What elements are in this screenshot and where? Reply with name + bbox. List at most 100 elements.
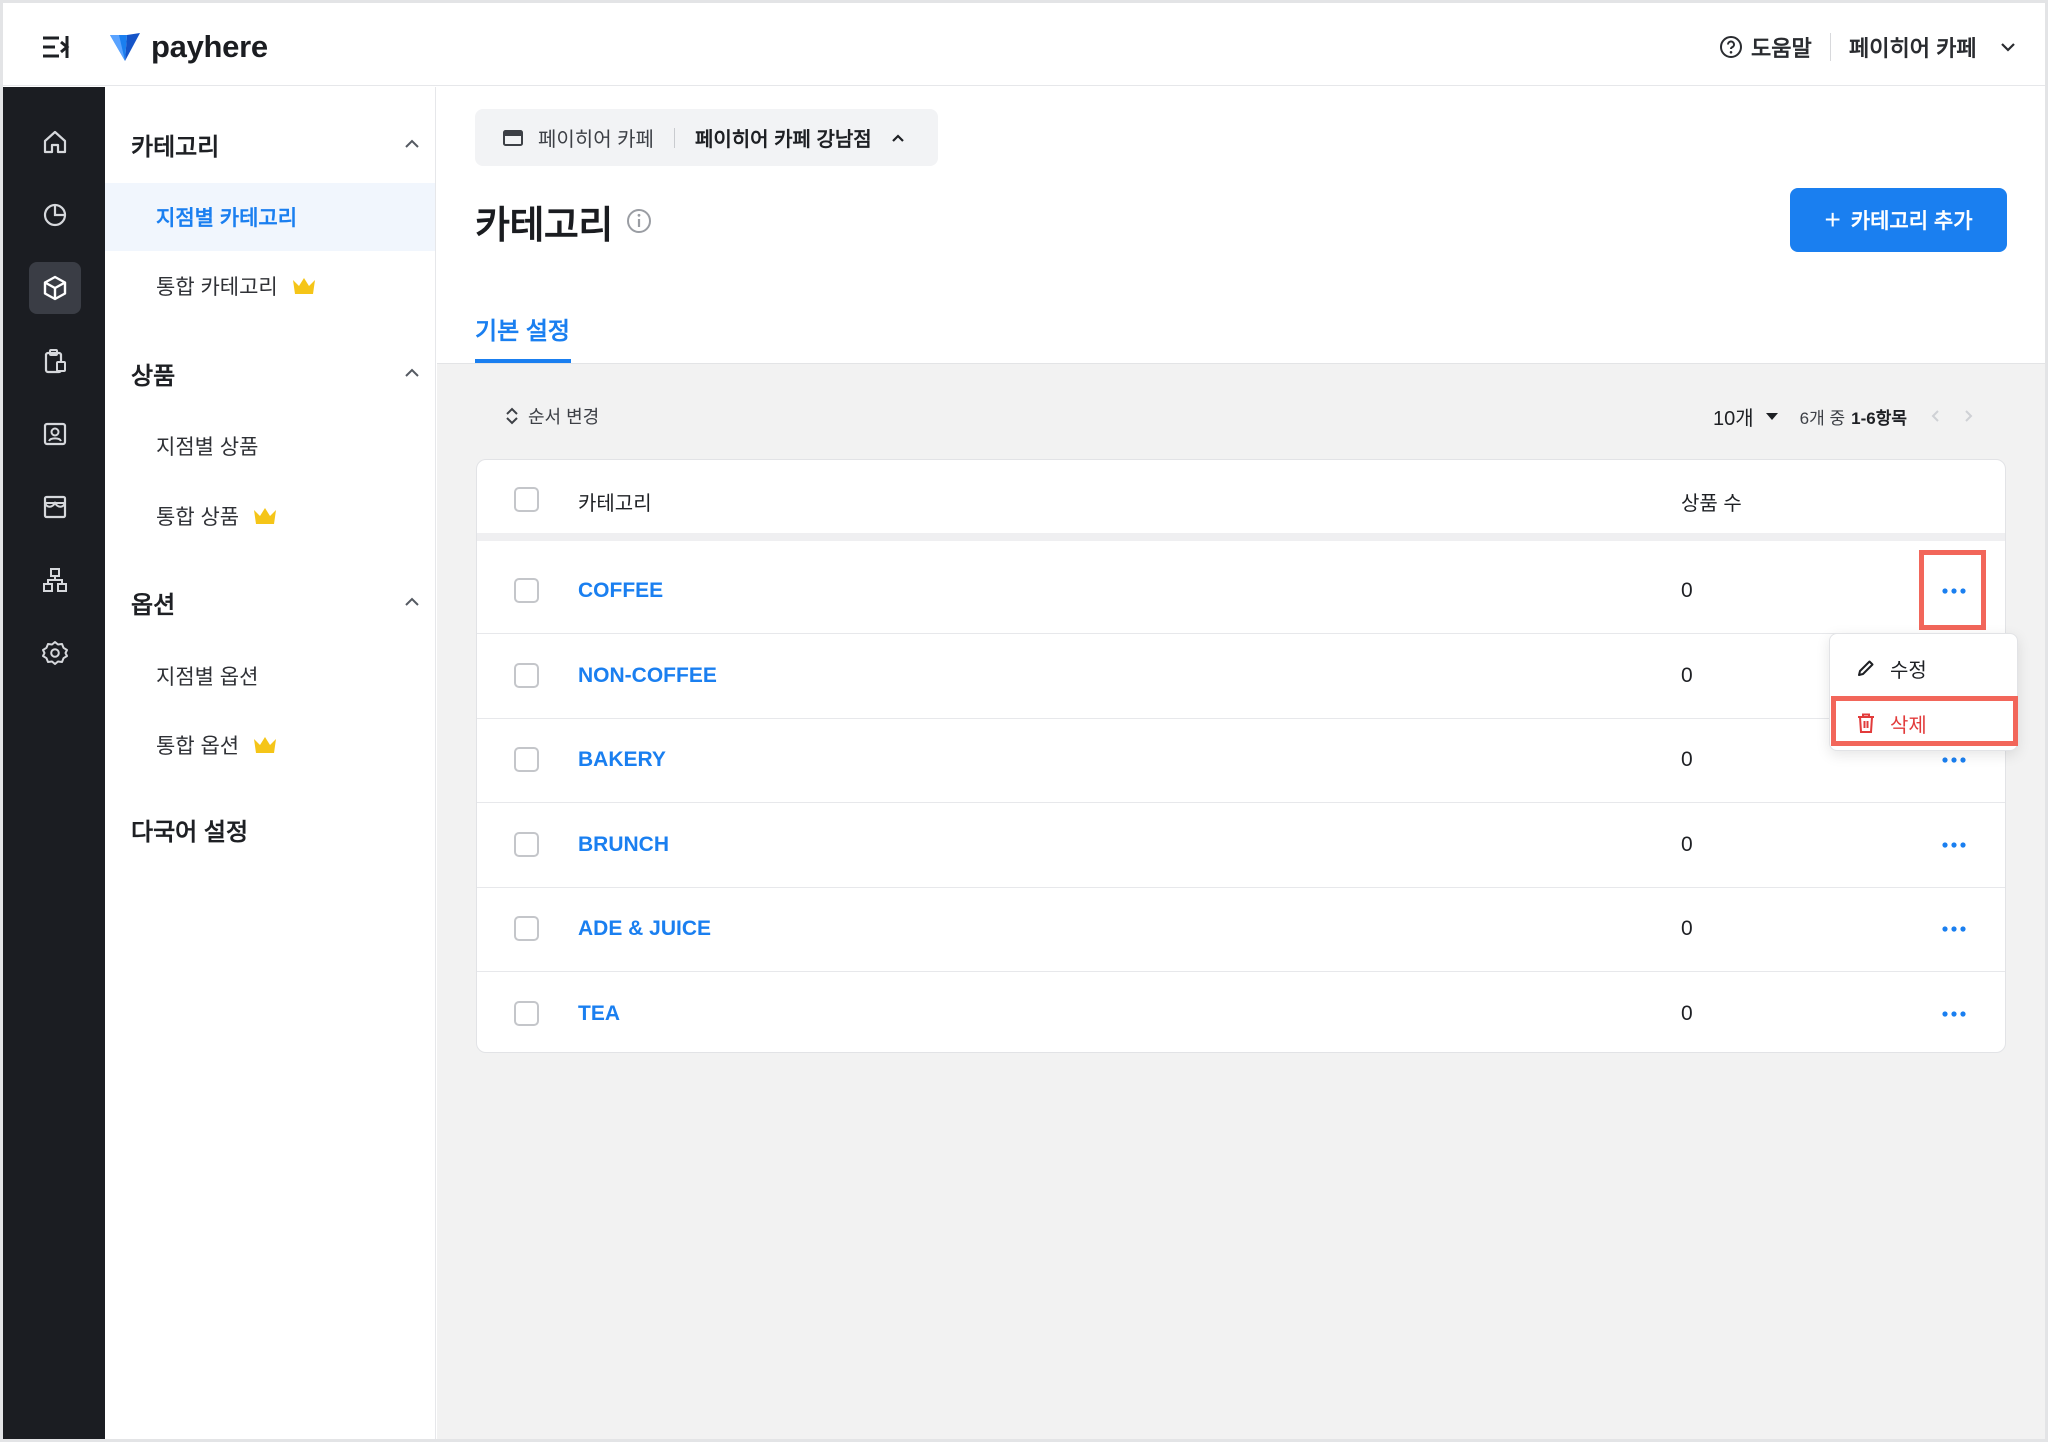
org-chart-icon[interactable]: [29, 554, 81, 606]
category-name-link[interactable]: BAKERY: [578, 718, 666, 802]
sidebar-item-language-settings[interactable]: 다국어 설정: [131, 809, 421, 849]
more-options-icon[interactable]: [1939, 831, 1969, 859]
chevron-left-icon[interactable]: [1929, 408, 1943, 424]
category-name-link[interactable]: NON-COFFEE: [578, 634, 717, 718]
row-checkbox[interactable]: [514, 1001, 539, 1026]
row-checkbox[interactable]: [514, 747, 539, 772]
row-checkbox[interactable]: [514, 663, 539, 688]
top-bar: payhere 도움말 페이히어 카페: [3, 3, 2045, 86]
table-row[interactable]: TEA 0: [477, 972, 2005, 1052]
header-category: 카테고리: [578, 493, 652, 515]
table-row[interactable]: BRUNCH 0: [477, 803, 2005, 888]
range-prefix: 6개 중: [1799, 408, 1846, 428]
edit-menu-item[interactable]: 수정: [1830, 642, 2017, 694]
more-button-highlight: [1919, 550, 1986, 630]
section-title: 다국어 설정: [131, 818, 249, 846]
brand-label: 페이히어 카페: [538, 129, 654, 151]
chevron-up-icon: [405, 597, 419, 606]
range-label: 1-6항목: [1851, 408, 1907, 428]
top-divider: [1830, 33, 1831, 61]
edit-label: 수정: [1890, 659, 1927, 682]
crown-icon: [254, 508, 277, 524]
sidebar-item-unified-product[interactable]: 통합 상품: [105, 482, 435, 550]
header-product-count: 상품 수: [1681, 493, 1742, 515]
sidebar-item-unified-category[interactable]: 통합 카테고리: [105, 252, 435, 320]
delete-item-highlight: [1831, 696, 2018, 746]
sidebar-item-unified-option[interactable]: 통합 옵션: [105, 711, 435, 779]
row-checkbox[interactable]: [514, 578, 539, 603]
sidebar-item-label: 통합 상품: [156, 506, 240, 529]
chevron-up-icon: [405, 139, 419, 148]
category-name-link[interactable]: TEA: [578, 972, 620, 1052]
sidebar-item-label: 지점별 카테고리: [156, 207, 298, 230]
section-category[interactable]: 카테고리: [131, 124, 421, 164]
sidebar-item-label: 지점별 상품: [156, 436, 259, 459]
info-icon[interactable]: [625, 207, 653, 235]
page-size-select[interactable]: 10개: [1713, 402, 1754, 431]
row-checkbox[interactable]: [514, 916, 539, 941]
pencil-icon: [1858, 660, 1874, 676]
question-circle-icon: [1720, 36, 1742, 58]
category-name-link[interactable]: COFFEE: [578, 549, 663, 633]
menu-toggle-icon[interactable]: [37, 29, 77, 65]
chevron-down-icon: [2000, 43, 2015, 52]
caret-down-icon[interactable]: [1764, 411, 1780, 421]
tab-basic-settings[interactable]: 기본 설정: [475, 307, 570, 363]
sidebar-item-branch-product[interactable]: 지점별 상품: [105, 412, 435, 480]
chevron-right-icon[interactable]: [1961, 408, 1975, 424]
tab-active-indicator: [475, 359, 571, 363]
chevron-up-icon: [405, 368, 419, 377]
more-options-icon[interactable]: [1939, 915, 1969, 943]
row-checkbox[interactable]: [514, 832, 539, 857]
product-count: 0: [1681, 579, 1693, 602]
table-row[interactable]: ADE & JUICE 0: [477, 887, 2005, 972]
crown-icon: [292, 278, 315, 294]
product-count: 0: [1681, 833, 1693, 856]
page-title: 카테고리: [475, 196, 653, 247]
select-all-checkbox[interactable]: [514, 487, 539, 512]
add-category-button[interactable]: + 카테고리 추가: [1790, 188, 2007, 252]
store-icon[interactable]: [29, 481, 81, 533]
section-title: 카테고리: [131, 133, 220, 161]
brand-name: payhere: [151, 29, 268, 64]
table-header: 카테고리 상품 수: [477, 460, 2005, 541]
store-selector[interactable]: 페이히어 카페: [1849, 30, 2017, 64]
crown-icon: [254, 737, 277, 753]
tab-label: 기본 설정: [475, 318, 570, 345]
category-name-link[interactable]: ADE & JUICE: [578, 887, 711, 971]
category-name-link[interactable]: BRUNCH: [578, 803, 669, 887]
branch-selector[interactable]: 페이히어 카페 페이히어 카페 강남점: [475, 109, 938, 166]
chevron-up-icon: [891, 133, 904, 142]
more-options-icon[interactable]: [1939, 1000, 1969, 1028]
page-title-text: 카테고리: [475, 204, 613, 247]
help-link[interactable]: 도움말: [1719, 30, 1812, 64]
clipboard-icon[interactable]: [29, 335, 81, 387]
chart-icon[interactable]: [29, 189, 81, 241]
settings-icon[interactable]: [29, 627, 81, 679]
reorder-button[interactable]: 순서 변경: [505, 404, 599, 428]
product-count: 0: [1681, 917, 1693, 940]
home-icon[interactable]: [29, 116, 81, 168]
box-icon[interactable]: [29, 262, 81, 314]
table-row[interactable]: BAKERY 0: [477, 718, 2005, 803]
sidebar-item-label: 통합 옵션: [156, 735, 240, 758]
reorder-label: 순서 변경: [528, 407, 600, 427]
sidebar-item-branch-option[interactable]: 지점별 옵션: [105, 642, 435, 710]
section-product[interactable]: 상품: [131, 353, 421, 393]
sort-icon: [506, 407, 518, 425]
payhere-logo[interactable]: payhere: [107, 27, 268, 67]
table-row[interactable]: COFFEE 0: [477, 549, 2005, 634]
chip-divider: [673, 127, 675, 148]
section-option[interactable]: 옵션: [131, 582, 421, 622]
section-title: 옵션: [131, 591, 176, 619]
user-card-icon[interactable]: [29, 408, 81, 460]
sidebar-item-label: 지점별 옵션: [156, 666, 259, 689]
table-row[interactable]: NON-COFFEE 0: [477, 634, 2005, 719]
plus-icon: +: [1824, 204, 1841, 235]
payhere-logo-icon: [110, 33, 140, 61]
pagination: 10개 6개 중 1-6항목: [1713, 402, 1975, 430]
sidebar-item-label: 통합 카테고리: [156, 276, 278, 299]
sidebar-item-branch-category[interactable]: 지점별 카테고리: [105, 183, 435, 251]
product-count: 0: [1681, 748, 1693, 771]
icon-rail: [3, 87, 105, 1439]
